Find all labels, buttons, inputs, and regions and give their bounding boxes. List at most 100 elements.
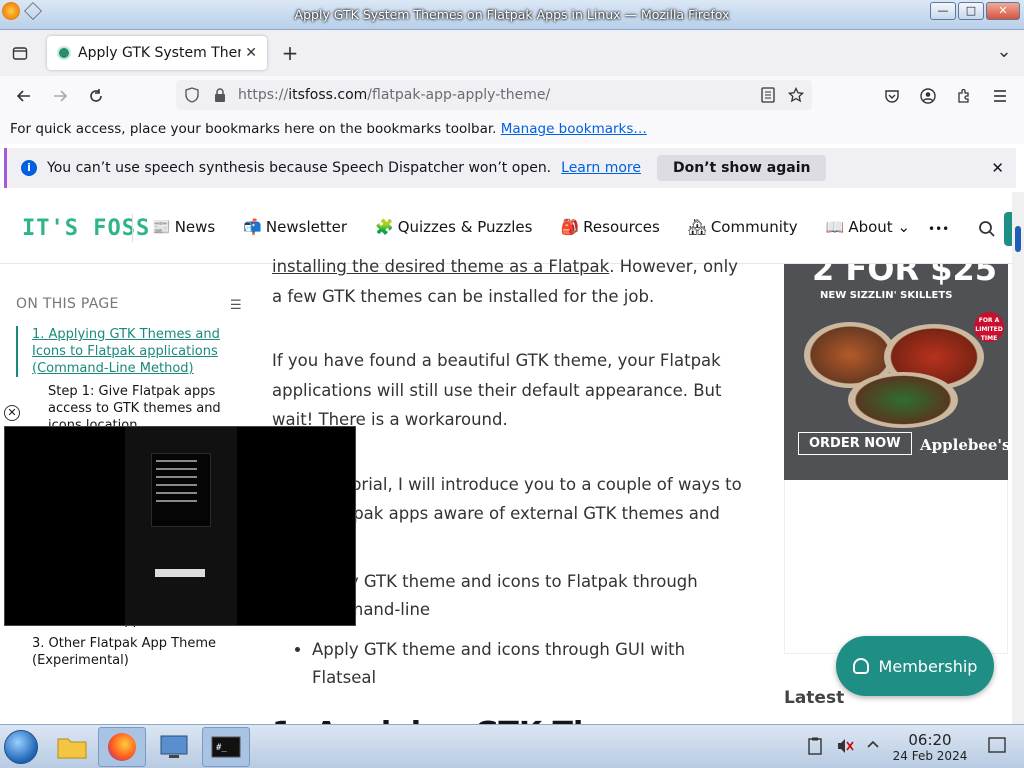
flatpak-theme-link[interactable]: installing the desired theme as a Flatpa… [272, 257, 609, 276]
nav-quizzes[interactable]: 🧩 Quizzes & Puzzles [375, 218, 532, 236]
pocket-icon[interactable] [878, 82, 906, 110]
reload-icon[interactable] [82, 82, 110, 110]
system-clock[interactable]: 06:20 24 Feb 2024 [886, 731, 974, 763]
extensions-icon[interactable] [950, 82, 978, 110]
volume-muted-icon[interactable] [836, 737, 854, 759]
forward-icon[interactable] [46, 82, 74, 110]
page-scrollbar[interactable] [1012, 192, 1024, 724]
article-paragraph: installing the desired theme as a Flatpa… [272, 252, 752, 311]
header-divider [132, 214, 133, 242]
ad-headline: 2 FOR $25 [812, 264, 998, 288]
advertisement[interactable]: 2 FOR $25 NEW SIZZLIN' SKILLETS FOR A LI… [784, 264, 1008, 480]
nav-about[interactable]: 📖 About ⌄ [826, 218, 910, 236]
menu-hamburger-icon[interactable] [986, 82, 1014, 110]
window-controls: — □ ✕ [930, 2, 1020, 20]
notification-close-icon[interactable]: ✕ [991, 159, 1004, 177]
notification-message: You can’t use speech synthesis because S… [47, 160, 552, 176]
ad-container [784, 480, 1008, 654]
ad-subheadline: NEW SIZZLIN' SKILLETS [820, 290, 953, 301]
nav-newsletter[interactable]: 📬 Newsletter [243, 218, 347, 236]
video-overlay[interactable] [4, 426, 356, 626]
bookmarks-toolbar: For quick access, place your bookmarks h… [0, 116, 1024, 144]
list-icon[interactable]: ☰ [230, 298, 242, 313]
membership-button[interactable]: Membership [836, 636, 994, 696]
list-item: Apply GTK theme and icons through GUI wi… [312, 636, 752, 692]
nav-resources[interactable]: 🎒 Resources [560, 218, 659, 236]
houses-icon: 🏘 [687, 218, 707, 236]
person-icon [852, 658, 869, 674]
toc-item[interactable]: 3. Other Flatpak App Theme (Experimental… [16, 635, 242, 669]
url-path: /flatpak-app-apply-theme/ [367, 87, 551, 103]
latest-heading: Latest [784, 688, 845, 708]
ad-brand: Applebee's [920, 436, 1008, 454]
minimize-button[interactable]: — [930, 2, 956, 20]
close-window-button[interactable]: ✕ [986, 2, 1020, 20]
method-list: Apply GTK theme and icons to Flatpak thr… [312, 568, 752, 692]
nav-label: Quizzes & Puzzles [397, 218, 533, 236]
lock-icon[interactable] [206, 81, 234, 109]
ad-badge: FOR A LIMITED TIME [974, 312, 1004, 342]
clock-time: 06:20 [908, 731, 952, 749]
clock-date: 24 Feb 2024 [892, 749, 968, 763]
maximize-button[interactable]: □ [958, 2, 984, 20]
tracking-protection-icon[interactable] [178, 81, 206, 109]
show-desktop-icon[interactable] [988, 737, 1006, 757]
url-bar[interactable]: https://itsfoss.com/flatpak-app-apply-th… [176, 80, 812, 110]
navigation-toolbar: https://itsfoss.com/flatpak-app-apply-th… [0, 76, 1024, 116]
terminal-icon[interactable]: #_ [202, 727, 250, 767]
taskbar: #_ 06:20 24 Feb 2024 [0, 724, 1024, 768]
puzzle-icon: 🧩 [375, 218, 394, 236]
chevron-down-icon: ⌄ [897, 218, 911, 236]
scrollbar-thumb[interactable] [1015, 226, 1021, 252]
window-titlebar: Apply GTK System Themes on Flatpak Apps … [0, 0, 1024, 30]
bookmark-star-icon[interactable] [782, 81, 810, 109]
ad-order-now-button[interactable]: ORDER NOW [798, 432, 912, 455]
firefox-task-icon[interactable] [98, 727, 146, 767]
file-manager-icon[interactable] [48, 727, 96, 767]
site-logo[interactable]: IT'S FOSS [22, 216, 150, 241]
list-item: Apply GTK theme and icons to Flatpak thr… [312, 568, 752, 624]
new-tab-button[interactable]: + [276, 39, 304, 67]
video-frame [125, 427, 237, 625]
section-heading: 1. Applying GTK Themes and [272, 714, 752, 724]
learn-more-link[interactable]: Learn more [561, 160, 641, 176]
list-all-tabs-button[interactable]: ⌄ [990, 37, 1018, 65]
firefox-view-icon[interactable] [6, 39, 34, 67]
toc-item[interactable]: 1. Applying GTK Themes and Icons to Flat… [16, 326, 242, 377]
nav-label: Newsletter [265, 218, 348, 236]
url-host: itsfoss.com [288, 87, 368, 103]
account-icon[interactable] [914, 82, 942, 110]
nav-label: Resources [583, 218, 660, 236]
dont-show-again-button[interactable]: Don’t show again [656, 155, 827, 181]
tab-active[interactable]: Apply GTK System Them ✕ [47, 36, 267, 70]
site-favicon-icon [57, 46, 71, 60]
notification-bar: i You can’t use speech synthesis because… [4, 148, 1016, 188]
tray-expand-icon[interactable] [866, 737, 880, 755]
newspaper-icon: 📰 [152, 218, 171, 236]
reader-view-icon[interactable] [754, 81, 782, 109]
mailbox-icon: 📬 [243, 218, 262, 236]
url-text: https://itsfoss.com/flatpak-app-apply-th… [238, 87, 550, 103]
search-icon[interactable] [978, 218, 996, 237]
info-icon: i [21, 160, 37, 176]
book-icon: 📖 [825, 218, 845, 236]
backpack-icon: 🎒 [560, 218, 580, 236]
more-icon[interactable]: ••• [928, 222, 949, 236]
start-menu-icon[interactable] [4, 730, 38, 764]
clipboard-icon[interactable] [808, 737, 822, 759]
nav-label: Community [710, 218, 798, 236]
video-terminal-image [151, 453, 211, 527]
membership-label: Membership [878, 656, 978, 676]
member-tab-icon[interactable] [1004, 212, 1012, 246]
window-title: Apply GTK System Themes on Flatpak Apps … [294, 7, 730, 22]
back-icon[interactable] [10, 82, 38, 110]
nav-label: News [174, 218, 216, 236]
header-actions: ••• [928, 212, 1012, 246]
toc-heading: ON THIS PAGE [16, 296, 119, 312]
manage-bookmarks-link[interactable]: Manage bookmarks… [501, 121, 647, 137]
nav-news[interactable]: 📰 News [152, 218, 215, 236]
pip-close-icon[interactable]: ✕ [4, 405, 20, 421]
nav-community[interactable]: 🏘 Community [688, 218, 798, 236]
tab-close-icon[interactable]: ✕ [245, 45, 257, 61]
system-monitor-icon[interactable] [150, 727, 198, 767]
